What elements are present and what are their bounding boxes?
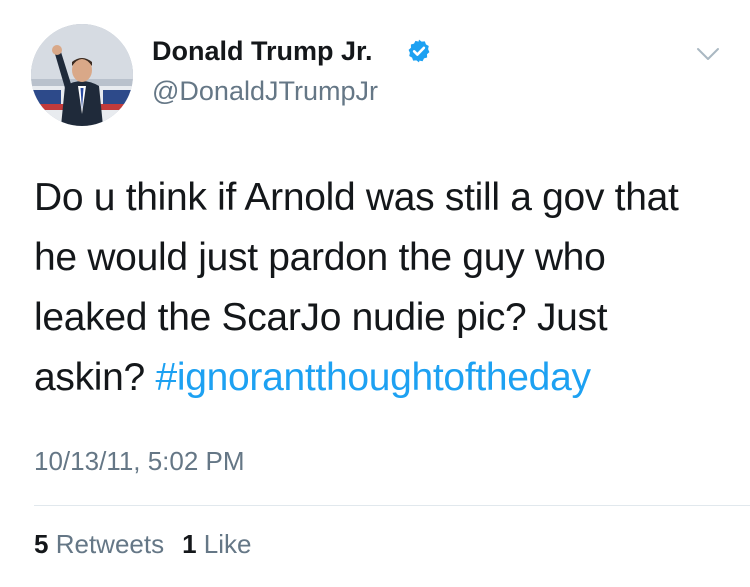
chevron-down-icon[interactable] [695,45,721,63]
divider [34,505,750,506]
verified-badge-icon [408,39,430,63]
hashtag-link[interactable]: #ignorantthoughtoftheday [155,356,590,399]
display-name[interactable]: Donald Trump Jr. [152,35,373,67]
retweets-stat[interactable]: 5 Retweets [34,529,164,559]
tweet-card: Donald Trump Jr. @DonaldJTrumpJr Do u th… [0,0,750,587]
retweets-label: Retweets [55,529,165,559]
tweet-timestamp[interactable]: 10/13/11, 5:02 PM [34,445,245,477]
engagement-stats: 5 Retweets 1 Like [34,528,270,560]
likes-stat[interactable]: 1 Like [182,529,251,559]
avatar-image [31,24,133,126]
likes-count: 1 [182,529,197,559]
retweets-count: 5 [34,529,49,559]
user-handle[interactable]: @DonaldJTrumpJr [152,75,378,107]
tweet-text: Do u think if Arnold was still a gov tha… [34,168,724,408]
avatar[interactable] [31,24,133,126]
likes-label: Like [203,529,252,559]
